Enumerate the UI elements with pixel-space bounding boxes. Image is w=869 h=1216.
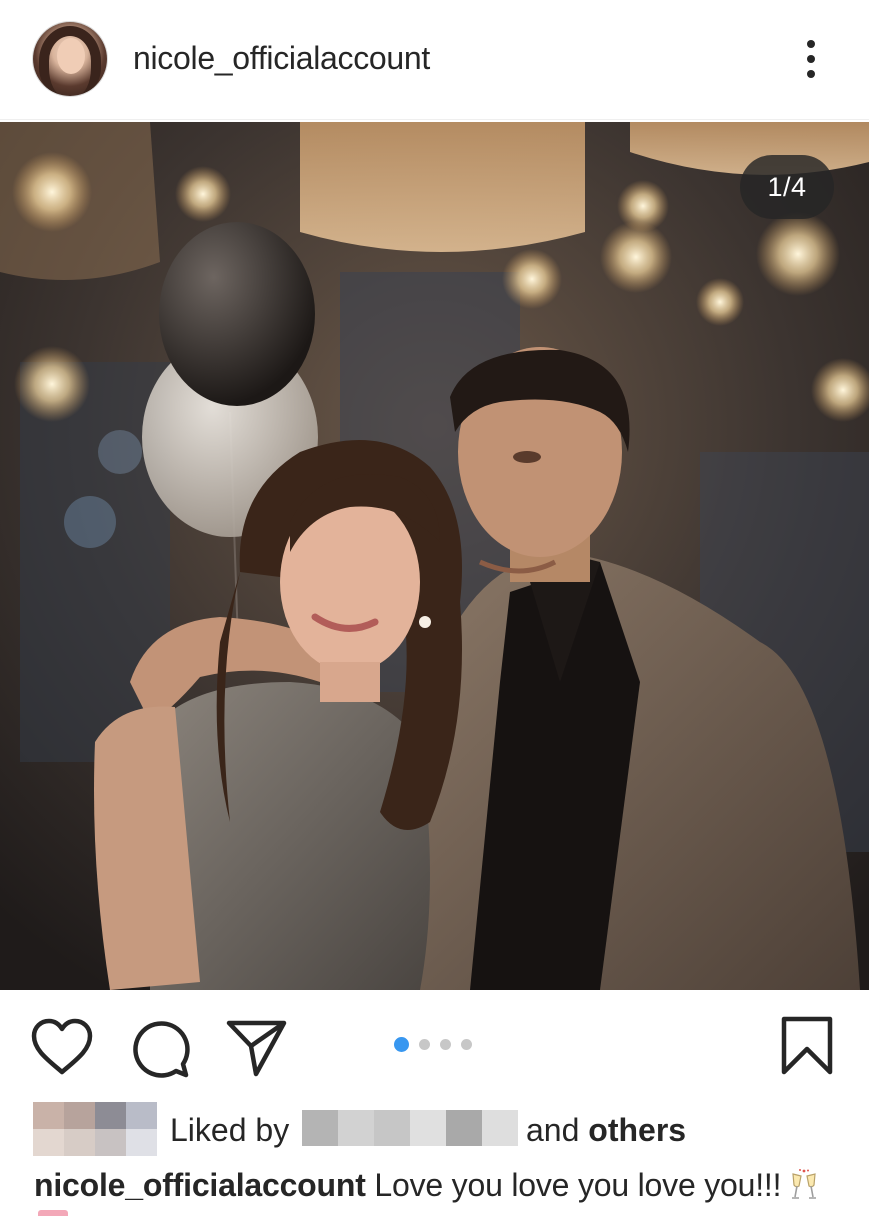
carousel-indicator <box>394 1037 472 1052</box>
liker-name-pixelated[interactable] <box>302 1110 518 1146</box>
champagne-glasses-icon <box>792 1169 817 1199</box>
bookmark-outline-icon <box>781 1016 833 1075</box>
action-bar <box>0 990 869 1100</box>
like-button[interactable] <box>30 1018 94 1076</box>
post-header: nicole_officialaccount <box>0 0 869 120</box>
others-label: others <box>588 1112 687 1148</box>
more-vertical-icon-dot <box>807 70 815 78</box>
heart-emoji-peek <box>38 1210 68 1216</box>
and-others-link[interactable]: and others <box>526 1112 686 1149</box>
comment-bubble-icon <box>133 1021 190 1078</box>
liker-avatars-pixelated[interactable] <box>33 1102 157 1156</box>
more-vertical-icon-dot <box>807 55 815 63</box>
paper-plane-icon <box>226 1020 287 1077</box>
likes-row: Liked by and others <box>0 1100 869 1162</box>
caption-text: Love you love you love you!!! <box>374 1167 782 1203</box>
photo-counter-badge: 1/4 <box>740 155 834 219</box>
post-caption: nicole_officialaccount Love you love you… <box>34 1167 864 1204</box>
caption-username-link[interactable]: nicole_officialaccount <box>34 1167 366 1203</box>
more-options-button[interactable] <box>790 36 832 82</box>
carousel-dot <box>419 1039 430 1050</box>
more-vertical-icon <box>807 40 815 48</box>
liked-by-label: Liked by <box>170 1112 290 1148</box>
username-link[interactable]: nicole_officialaccount <box>133 40 430 77</box>
post-photo[interactable] <box>0 122 869 990</box>
carousel-dot <box>461 1039 472 1050</box>
comment-button[interactable] <box>130 1018 190 1078</box>
photo-illustration <box>0 122 869 990</box>
carousel-dot-active <box>394 1037 409 1052</box>
avatar-face <box>57 38 85 74</box>
share-button[interactable] <box>226 1018 288 1078</box>
and-label: and <box>526 1112 580 1148</box>
save-button[interactable] <box>780 1016 834 1076</box>
avatar[interactable] <box>33 22 107 96</box>
carousel-dot <box>440 1039 451 1050</box>
instagram-post: nicole_officialaccount 1/4 Liked by and … <box>0 0 869 1216</box>
heart-outline-icon <box>31 1018 93 1075</box>
